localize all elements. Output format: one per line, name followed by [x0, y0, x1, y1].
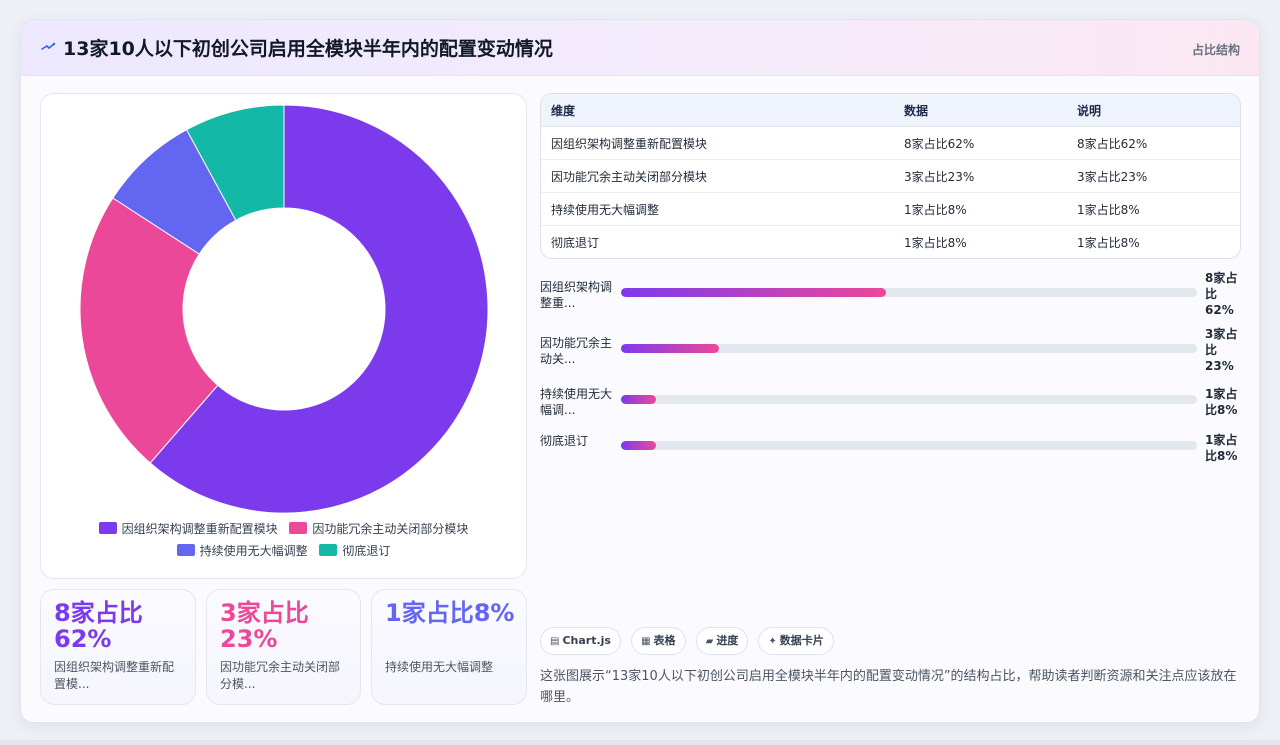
table-cell: 彻底退订 [551, 235, 600, 250]
chip-table[interactable]: ▦ 表格 [631, 627, 686, 655]
progress-label: 因功能冗余主动关... [540, 336, 613, 366]
legend-swatch [176, 544, 195, 556]
progress-list: 因组织架构调整重... 8家占比62% 因功能冗余主动关... 3家占比23% … [540, 268, 1240, 468]
table-cell: 3家占比23% [894, 159, 1067, 193]
legend-swatch [98, 522, 117, 534]
table-cell: 1家占比8% [894, 192, 1067, 226]
progress-track [621, 344, 1197, 353]
progress-value: 3家占比23% [1205, 327, 1238, 373]
progress-row: 因功能冗余主动关... 3家占比23% [540, 324, 1240, 373]
chip-label: Chart.js [562, 634, 611, 647]
progress-fill [621, 441, 656, 450]
progress-label: 持续使用无大幅调... [540, 387, 613, 417]
table-cell: 持续使用无大幅调整 [541, 192, 894, 226]
progress-value: 1家占比8% [1205, 387, 1238, 417]
chart-legend-row-1: 因组织架构调整重新配置模块 因功能冗余主动关闭部分模块 [41, 520, 526, 537]
progress-row: 彻底退订 1家占比8% [540, 426, 1240, 466]
legend-item-2[interactable]: 因功能冗余主动关闭部分模块 [289, 520, 468, 537]
column-header: 维度 [541, 94, 894, 127]
legend-label: 因功能冗余主动关闭部分模块 [312, 522, 469, 536]
progress-row: 因组织架构调整重... 8家占比62% [540, 268, 1240, 317]
chart-type-label: 占比结构 [1191, 43, 1240, 57]
column-header: 数据 [894, 94, 1067, 127]
data-table: 维度 数据 说明 因组织架构调整重新配置模块 8家占比62% 8家占比62% 因… [541, 94, 1240, 258]
doughnut-chart-panel: 因组织架构调整重新配置模块 因功能冗余主动关闭部分模块 持续使用无大幅调整 彻底… [40, 93, 527, 579]
progress-fill [621, 344, 719, 353]
chart-legend-row-2: 持续使用无大幅调整 彻底退订 [41, 542, 526, 559]
progress-track [621, 288, 1197, 297]
legend-label: 因组织架构调整重新配置模块 [121, 522, 278, 536]
kpi-value: 3家占比23% [220, 599, 309, 653]
data-table-panel: 维度 数据 说明 因组织架构调整重新配置模块 8家占比62% 8家占比62% 因… [540, 93, 1241, 259]
progress-label: 彻底退订 [540, 434, 589, 448]
progress-track [621, 441, 1197, 450]
kpi-card-1: 8家占比62% 因组织架构调整重新配置模... [40, 589, 196, 705]
progress-icon: ▰ [705, 636, 714, 647]
table-cell: 1家占比8% [1067, 192, 1240, 226]
chip-label: 进度 [716, 634, 739, 647]
chart-description: 这张图展示“13家10人以下初创公司启用全模块半年内的配置变动情况”的结构占比，… [540, 669, 1237, 705]
table-row: 彻底退订 1家占比8% 1家占比8% [541, 226, 1240, 259]
column-header: 说明 [1067, 94, 1240, 127]
kpi-value: 1家占比8% [385, 599, 515, 627]
legend-label: 持续使用无大幅调整 [199, 544, 308, 558]
table-cell: 3家占比23% [1067, 159, 1240, 193]
progress-track [621, 395, 1197, 404]
progress-label: 因组织架构调整重... [540, 280, 613, 310]
chip-label: 表格 [653, 634, 676, 647]
chip-data-cards[interactable]: ✦ 数据卡片 [758, 627, 834, 655]
page-title: 13家10人以下初创公司启用全模块半年内的配置变动情况 [63, 38, 553, 60]
table-row: 因功能冗余主动关闭部分模块 3家占比23% 3家占比23% [541, 159, 1240, 193]
header-bar: 13家10人以下初创公司启用全模块半年内的配置变动情况 占比结构 [21, 20, 1259, 76]
tag-chips: ▤ Chart.js ▦ 表格 ▰ 进度 ✦ 数据卡片 [540, 627, 839, 655]
sparkle-icon: ✦ [768, 636, 777, 647]
chip-progress[interactable]: ▰ 进度 [695, 627, 749, 655]
kpi-label: 持续使用无大幅调整 [385, 660, 494, 674]
sparkle-icon [41, 42, 55, 50]
table-row: 持续使用无大幅调整 1家占比8% 1家占比8% [541, 192, 1240, 226]
legend-label: 彻底退订 [342, 544, 391, 558]
table-cell: 1家占比8% [904, 235, 967, 250]
table-cell: 8家占比62% [1067, 126, 1240, 160]
chip-label: 数据卡片 [779, 634, 824, 647]
table-header-row: 维度 数据 说明 [541, 94, 1240, 127]
progress-fill [621, 395, 656, 404]
kpi-label: 因组织架构调整重新配置模... [54, 660, 175, 691]
dashboard-card: 13家10人以下初创公司启用全模块半年内的配置变动情况 占比结构 因组织架构调整… [20, 19, 1260, 723]
progress-fill [621, 288, 886, 297]
progress-value: 1家占比8% [1205, 433, 1238, 463]
legend-swatch [289, 522, 308, 534]
legend-item-3[interactable]: 持续使用无大幅调整 [176, 542, 308, 559]
progress-row: 持续使用无大幅调... 1家占比8% [540, 380, 1240, 420]
table-icon: ▦ [641, 636, 651, 647]
table-row: 因组织架构调整重新配置模块 8家占比62% 8家占比62% [541, 126, 1240, 160]
legend-item-1[interactable]: 因组织架构调整重新配置模块 [98, 520, 278, 537]
progress-value: 8家占比62% [1205, 271, 1238, 317]
kpi-label: 因功能冗余主动关闭部分模... [220, 660, 341, 691]
kpi-value: 8家占比62% [54, 599, 143, 653]
chart-icon: ▤ [550, 636, 560, 647]
legend-item-4[interactable]: 彻底退订 [319, 542, 390, 559]
table-cell: 8家占比62% [894, 126, 1067, 160]
legend-swatch [319, 544, 338, 556]
kpi-card-3: 1家占比8% 持续使用无大幅调整 [371, 589, 527, 705]
kpi-card-2: 3家占比23% 因功能冗余主动关闭部分模... [206, 589, 361, 705]
table-cell: 因功能冗余主动关闭部分模块 [541, 159, 894, 193]
doughnut-chart [79, 104, 489, 514]
chip-chartjs[interactable]: ▤ Chart.js [540, 627, 621, 655]
page-bottom-edge [0, 740, 1280, 745]
table-cell: 因组织架构调整重新配置模块 [541, 126, 894, 160]
table-cell: 1家占比8% [1077, 235, 1140, 250]
